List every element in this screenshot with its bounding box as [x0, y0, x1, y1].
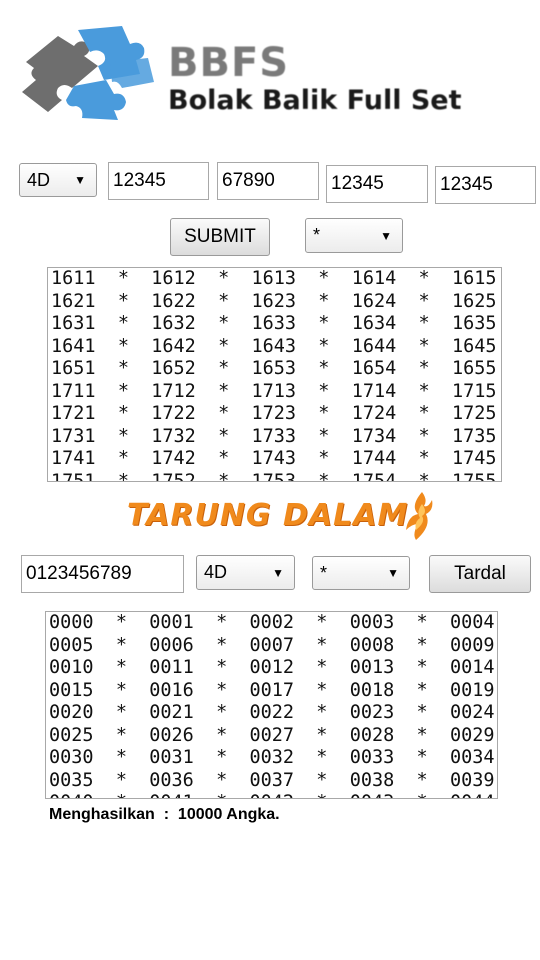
tarung-separator-select[interactable]: * ▼	[312, 556, 410, 590]
tarung-dalam-banner: TARUNG DALAM	[127, 490, 447, 540]
tarung-result-text: 0000 * 0001 * 0002 * 0003 * 0004 * 0005 …	[49, 612, 495, 798]
digits-select[interactable]: 4D ▼	[19, 163, 97, 197]
dropdown-arrow-icon: ▼	[272, 565, 284, 580]
puzzle-logo-icon	[22, 26, 154, 120]
bbfs-result-text: 1611 * 1612 * 1613 * 1614 * 1615 * 1621 …	[51, 268, 497, 482]
separator-select[interactable]: * ▼	[305, 218, 403, 253]
tarung-separator-select-value: *	[320, 562, 328, 583]
flame-icon	[406, 492, 433, 540]
bbfs-input-3[interactable]: 12345	[326, 165, 428, 203]
app-logo: BBFS Bolak Balik Full Set	[18, 22, 528, 132]
dropdown-arrow-icon: ▼	[74, 173, 86, 187]
tarung-dalam-title: TARUNG DALAM	[127, 498, 409, 533]
digits-select-value: 4D	[27, 169, 51, 190]
tarung-digits-input[interactable]: 0123456789	[21, 555, 184, 593]
summary-label: Menghasilkan :	[49, 806, 170, 823]
bbfs-input-1[interactable]: 12345	[108, 162, 209, 200]
dropdown-arrow-icon: ▼	[380, 228, 392, 243]
dropdown-arrow-icon: ▼	[387, 566, 399, 580]
separator-select-value: *	[313, 225, 321, 245]
tarung-digits-select-value: 4D	[204, 562, 228, 582]
bbfs-result-textarea[interactable]: 1611 * 1612 * 1613 * 1614 * 1615 * 1621 …	[47, 267, 502, 482]
summary-count: 10000 Angka.	[177, 806, 280, 823]
bbfs-input-2[interactable]: 67890	[217, 162, 319, 200]
tarung-digits-select[interactable]: 4D ▼	[196, 555, 295, 590]
tarung-result-textarea[interactable]: 0000 * 0001 * 0002 * 0003 * 0004 * 0005 …	[45, 611, 498, 799]
submit-button[interactable]: SUBMIT	[170, 218, 270, 256]
tardal-button[interactable]: Tardal	[429, 555, 531, 593]
bbfs-input-4[interactable]: 12345	[435, 166, 536, 204]
result-summary: Menghasilkan : 10000 Angka.	[49, 806, 280, 824]
logo-subtitle: Bolak Balik Full Set	[168, 85, 462, 116]
logo-title: BBFS	[168, 40, 290, 86]
